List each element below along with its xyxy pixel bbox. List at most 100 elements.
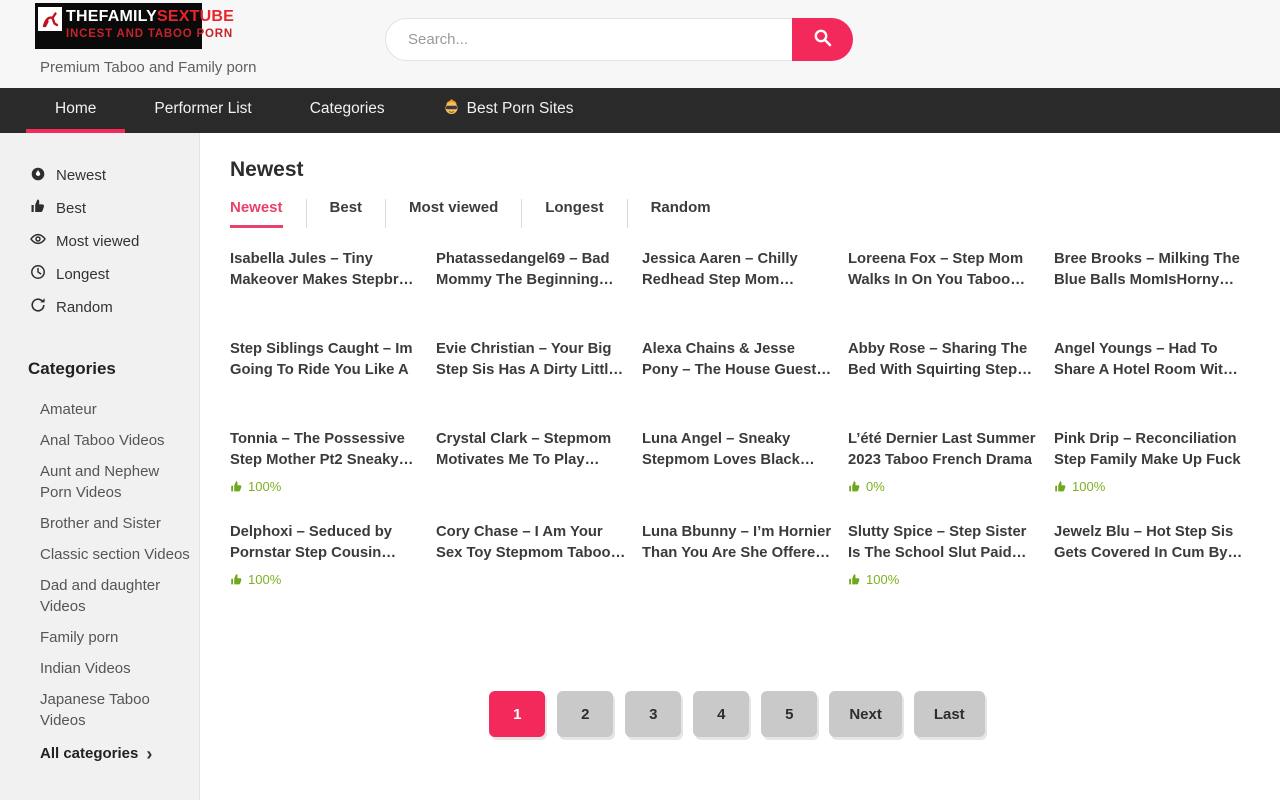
logo-subtitle: INCEST AND TABOO PORN	[66, 27, 234, 42]
sidebar-item-best[interactable]: Best	[30, 198, 189, 218]
pagination: 1 2 3 4 5 Next Last	[230, 691, 1244, 737]
video-card: Step Siblings Caught – Im Going To Ride …	[230, 339, 420, 401]
logo-title: THEFAMILYSEXTUBE	[66, 7, 234, 27]
sidebar-item-newest[interactable]: Newest	[30, 165, 189, 185]
categories-heading: Categories	[28, 359, 189, 379]
last-page-button[interactable]: Last	[914, 691, 985, 737]
category-link-brother-sister[interactable]: Brother and Sister	[40, 513, 190, 534]
video-title[interactable]: Alexa Chains & Jesse Pony – The House Gu…	[642, 339, 832, 381]
main-nav: Home Performer List Categories Best Porn…	[0, 88, 1280, 133]
sort-tabs: Newest Best Most viewed Longest Random	[230, 199, 1244, 228]
video-card: Luna Bbunny – I’m Hornier Than You Are S…	[642, 522, 832, 587]
video-title[interactable]: Angel Youngs – Had To Share A Hotel Room…	[1054, 339, 1244, 381]
video-card: Crystal Clark – Stepmom Motivates Me To …	[436, 429, 626, 494]
tab-best[interactable]: Best	[306, 199, 386, 228]
page-button-1[interactable]: 1	[489, 691, 545, 737]
category-link-aunt-nephew[interactable]: Aunt and Nephew Porn Videos	[40, 461, 190, 503]
video-card: Delphoxi – Seduced by Pornstar Step Cous…	[230, 522, 420, 587]
sunglasses-face-icon	[443, 98, 460, 120]
video-card: Cory Chase – I Am Your Sex Toy Stepmom T…	[436, 522, 626, 587]
video-card: Luna Angel – Sneaky Stepmom Loves Black …	[642, 429, 832, 494]
category-link-classic-section[interactable]: Classic section Videos	[40, 544, 190, 565]
video-title[interactable]: Slutty Spice – Step Sister Is The School…	[848, 522, 1038, 564]
video-title[interactable]: Evie Christian – Your Big Step Sis Has A…	[436, 339, 626, 381]
category-link-japanese-taboo[interactable]: Japanese Taboo Videos	[40, 689, 190, 731]
video-rating: 100%	[848, 572, 1038, 587]
nav-item-categories[interactable]: Categories	[281, 88, 414, 133]
category-link-amateur[interactable]: Amateur	[40, 399, 190, 420]
site-tagline: Premium Taboo and Family porn	[40, 59, 257, 76]
nav-item-performer-list[interactable]: Performer List	[125, 88, 280, 133]
video-card: Loreena Fox – Step Mom Walks In On You T…	[848, 249, 1038, 311]
video-card: Jessica Aaren – Chilly Redhead Step Mom …	[642, 249, 832, 311]
video-title[interactable]: Cory Chase – I Am Your Sex Toy Stepmom T…	[436, 522, 626, 564]
red-figure-icon	[38, 7, 62, 31]
page-button-4[interactable]: 4	[693, 691, 749, 737]
video-title[interactable]: Loreena Fox – Step Mom Walks In On You T…	[848, 249, 1038, 291]
tab-newest[interactable]: Newest	[230, 199, 306, 228]
category-link-dad-daughter[interactable]: Dad and daughter Videos	[40, 575, 190, 617]
category-link-family-porn[interactable]: Family porn	[40, 627, 190, 648]
video-title[interactable]: Abby Rose – Sharing The Bed With Squirti…	[848, 339, 1038, 381]
tab-longest[interactable]: Longest	[521, 199, 626, 228]
all-categories-link[interactable]: All categories ›	[40, 745, 189, 762]
search-icon	[812, 27, 834, 52]
refresh-icon	[30, 297, 46, 317]
video-card: Phatassedangel69 – Bad Mommy The Beginni…	[436, 249, 626, 311]
video-title[interactable]: Isabella Jules – Tiny Makeover Makes Ste…	[230, 249, 420, 291]
video-rating: 100%	[1054, 479, 1244, 494]
page-title: Newest	[230, 158, 1244, 182]
video-card: Abby Rose – Sharing The Bed With Squirti…	[848, 339, 1038, 401]
video-title[interactable]: Bree Brooks – Milking The Blue Balls Mom…	[1054, 249, 1244, 291]
search-input[interactable]	[385, 18, 792, 61]
video-card: Jewelz Blu – Hot Step Sis Gets Covered I…	[1054, 522, 1244, 587]
video-card: Angel Youngs – Had To Share A Hotel Room…	[1054, 339, 1244, 401]
video-card: Slutty Spice – Step Sister Is The School…	[848, 522, 1038, 587]
tab-random[interactable]: Random	[627, 199, 734, 228]
nav-item-home[interactable]: Home	[26, 88, 125, 133]
tab-most-viewed[interactable]: Most viewed	[385, 199, 521, 228]
thumb-up-icon	[848, 573, 861, 586]
site-header: THEFAMILYSEXTUBE INCEST AND TABOO PORN P…	[0, 0, 1280, 88]
video-grid: Isabella Jules – Tiny Makeover Makes Ste…	[230, 249, 1244, 587]
video-card: Evie Christian – Your Big Step Sis Has A…	[436, 339, 626, 401]
video-rating: 0%	[848, 479, 1038, 494]
nav-item-best-porn-sites[interactable]: Best Porn Sites	[414, 88, 603, 133]
category-link-indian[interactable]: Indian Videos	[40, 658, 190, 679]
video-rating: 100%	[230, 572, 420, 587]
video-title[interactable]: Luna Bbunny – I’m Hornier Than You Are S…	[642, 522, 832, 564]
video-title[interactable]: Luna Angel – Sneaky Stepmom Loves Black …	[642, 429, 832, 471]
eye-icon	[30, 231, 46, 251]
video-title[interactable]: Jewelz Blu – Hot Step Sis Gets Covered I…	[1054, 522, 1244, 564]
category-link-anal-taboo[interactable]: Anal Taboo Videos	[40, 430, 190, 451]
video-title[interactable]: Crystal Clark – Stepmom Motivates Me To …	[436, 429, 626, 471]
video-title[interactable]: Pink Drip – Reconciliation Step Family M…	[1054, 429, 1244, 471]
video-title[interactable]: Delphoxi – Seduced by Pornstar Step Cous…	[230, 522, 420, 564]
video-card: Pink Drip – Reconciliation Step Family M…	[1054, 429, 1244, 494]
next-page-button[interactable]: Next	[829, 691, 902, 737]
thumb-up-icon	[230, 573, 243, 586]
video-title[interactable]: Step Siblings Caught – Im Going To Ride …	[230, 339, 420, 381]
search-button[interactable]	[792, 18, 853, 61]
fire-icon	[30, 165, 46, 185]
site-logo[interactable]: THEFAMILYSEXTUBE INCEST AND TABOO PORN	[35, 3, 202, 49]
sidebar-item-most-viewed[interactable]: Most viewed	[30, 231, 189, 251]
main-content: Newest Newest Best Most viewed Longest R…	[200, 133, 1280, 800]
video-title[interactable]: Jessica Aaren – Chilly Redhead Step Mom …	[642, 249, 832, 291]
thumb-up-icon	[848, 480, 861, 493]
page-button-2[interactable]: 2	[557, 691, 613, 737]
page-button-3[interactable]: 3	[625, 691, 681, 737]
video-card: Alexa Chains & Jesse Pony – The House Gu…	[642, 339, 832, 401]
chevron-right-icon: ›	[146, 747, 152, 761]
sidebar-item-longest[interactable]: Longest	[30, 264, 189, 284]
video-title[interactable]: Phatassedangel69 – Bad Mommy The Beginni…	[436, 249, 626, 291]
sidebar-item-random[interactable]: Random	[30, 297, 189, 317]
video-title[interactable]: L’été Dernier Last Summer 2023 Taboo Fre…	[848, 429, 1038, 471]
page-body: Newest Best Most viewed	[0, 133, 1280, 800]
thumb-up-icon	[230, 480, 243, 493]
video-title[interactable]: Tonnia – The Possessive Step Mother Pt2 …	[230, 429, 420, 471]
thumb-up-icon	[30, 198, 46, 218]
video-card: L’été Dernier Last Summer 2023 Taboo Fre…	[848, 429, 1038, 494]
video-card: Tonnia – The Possessive Step Mother Pt2 …	[230, 429, 420, 494]
page-button-5[interactable]: 5	[761, 691, 817, 737]
